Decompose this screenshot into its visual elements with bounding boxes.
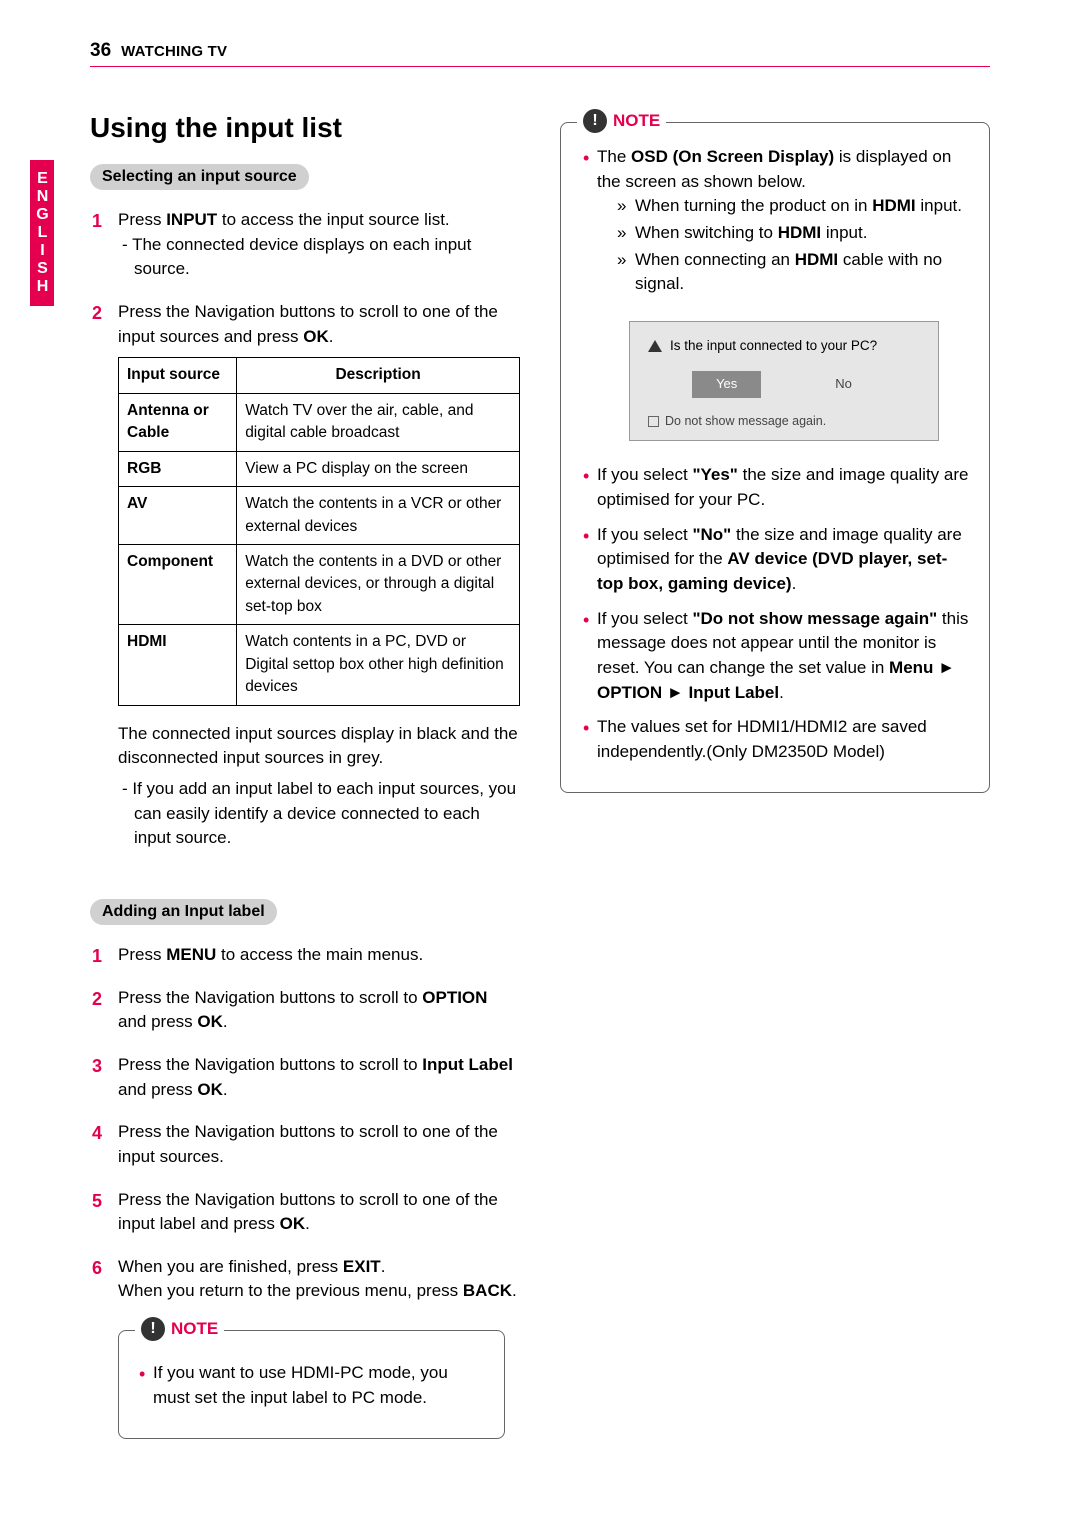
steps-selecting-input: Press INPUT to access the input source l…: [90, 208, 520, 851]
step-6: When you are finished, press EXIT. When …: [90, 1255, 520, 1304]
note-label: ! NOTE: [135, 1317, 224, 1341]
page-number: 36: [90, 40, 111, 62]
note-item: If you select "No" the size and image qu…: [583, 523, 971, 597]
section-title: Using the input list: [90, 112, 520, 144]
after-table-sub: If you add an input label to each input …: [118, 777, 520, 851]
th-input-source: Input source: [119, 358, 237, 393]
right-column: ! NOTE The OSD (On Screen Display) is di…: [560, 112, 990, 1439]
input-source-table: Input source Description Antenna or Cabl…: [118, 357, 520, 706]
after-table-text: The connected input sources display in b…: [118, 722, 520, 771]
step-5: Press the Navigation buttons to scroll t…: [90, 1188, 520, 1237]
note-box-left: ! NOTE If you want to use HDMI-PC mode, …: [118, 1330, 505, 1439]
chevron-item: When switching to HDMI input.: [617, 221, 971, 246]
step-4: Press the Navigation buttons to scroll t…: [90, 1120, 520, 1169]
info-icon: !: [583, 109, 607, 133]
chevron-item: When turning the product on in HDMI inpu…: [617, 194, 971, 219]
note-item: If you want to use HDMI-PC mode, you mus…: [139, 1361, 484, 1410]
step-3: Press the Navigation buttons to scroll t…: [90, 1053, 520, 1102]
note-item: If you select "Yes" the size and image q…: [583, 463, 971, 512]
chevron-item: When connecting an HDMI cable with no si…: [617, 248, 971, 297]
note-item: The OSD (On Screen Display) is displayed…: [583, 145, 971, 441]
step-2: Press the Navigation buttons to scroll t…: [90, 300, 520, 851]
note-box-right: ! NOTE The OSD (On Screen Display) is di…: [560, 122, 990, 793]
checkbox-icon[interactable]: [648, 416, 659, 427]
osd-question: Is the input connected to your PC?: [630, 336, 938, 372]
table-row: RGBView a PC display on the screen: [119, 451, 520, 486]
info-icon: !: [141, 1317, 165, 1341]
subsection-adding-label: Adding an Input label: [90, 899, 277, 925]
table-row: AVWatch the contents in a VCR or other e…: [119, 487, 520, 545]
step-1-sub: The connected device displays on each in…: [118, 233, 520, 282]
page-header: 36 WATCHING TV: [90, 40, 990, 67]
osd-no-button[interactable]: No: [811, 371, 876, 398]
steps-adding-label: Press MENU to access the main menus. Pre…: [90, 943, 520, 1304]
language-tab: ENGLISH: [30, 160, 54, 306]
left-column: Using the input list Selecting an input …: [90, 112, 520, 1439]
note-item: If you select "Do not show message again…: [583, 607, 971, 706]
table-row: Antenna or CableWatch TV over the air, c…: [119, 393, 520, 451]
note-item: The values set for HDMI1/HDMI2 are saved…: [583, 715, 971, 764]
osd-checkbox-row[interactable]: Do not show message again.: [630, 412, 938, 430]
warning-icon: [648, 340, 662, 352]
th-description: Description: [237, 358, 520, 393]
subsection-selecting-input: Selecting an input source: [90, 164, 309, 190]
step-1: Press INPUT to access the input source l…: [90, 208, 520, 282]
step-2: Press the Navigation buttons to scroll t…: [90, 986, 520, 1035]
table-row: ComponentWatch the contents in a DVD or …: [119, 545, 520, 625]
note-label: ! NOTE: [577, 109, 666, 133]
table-row: HDMIWatch contents in a PC, DVD or Digit…: [119, 625, 520, 705]
header-section: WATCHING TV: [121, 43, 227, 60]
osd-yes-button[interactable]: Yes: [692, 371, 761, 398]
osd-dialog: Is the input connected to your PC? Yes N…: [629, 321, 939, 442]
step-1: Press MENU to access the main menus.: [90, 943, 520, 968]
